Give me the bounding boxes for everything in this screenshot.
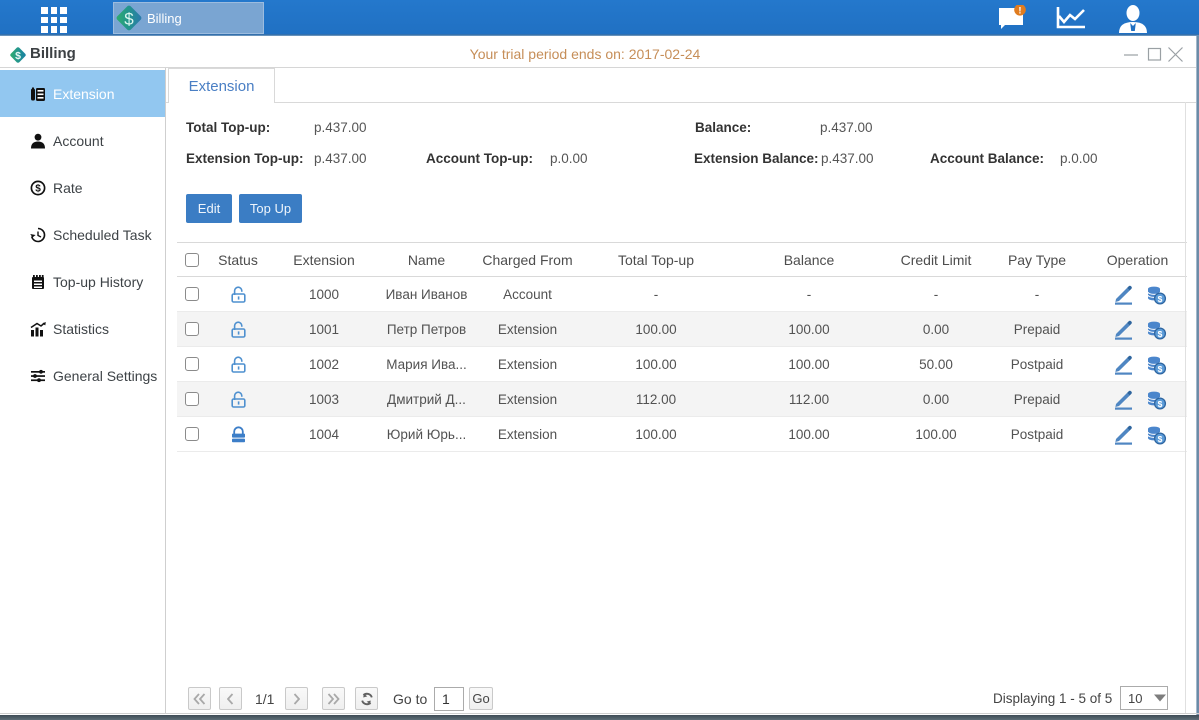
svg-text:$: $ (1157, 399, 1162, 409)
svg-text:$: $ (124, 10, 134, 29)
svg-text:!: ! (1018, 6, 1021, 17)
svg-text:$: $ (1157, 364, 1162, 374)
svg-text:$: $ (1157, 294, 1162, 304)
svg-text:$: $ (35, 183, 41, 194)
svg-text:$: $ (1157, 329, 1162, 339)
svg-text:$: $ (1157, 434, 1162, 444)
